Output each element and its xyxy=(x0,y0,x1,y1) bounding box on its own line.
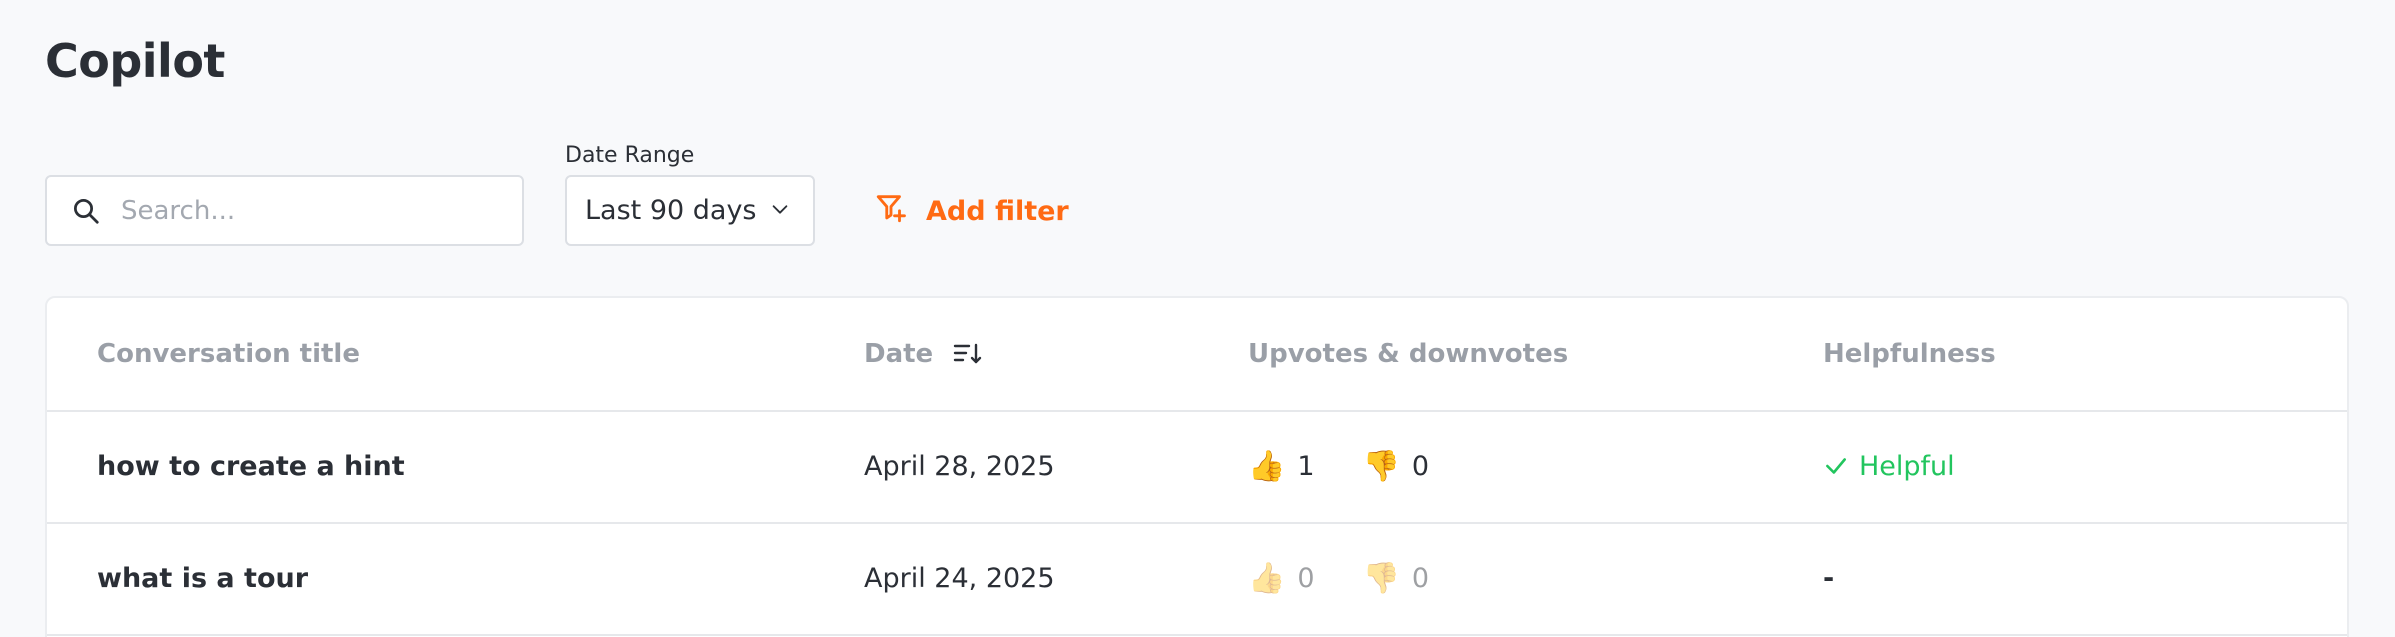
upvote-value: 0 xyxy=(1297,562,1315,594)
helpful-label: Helpful xyxy=(1859,450,1955,482)
helpfulness-cell: - xyxy=(1823,522,1834,634)
sort-icon[interactable] xyxy=(953,341,983,367)
thumbs-up-icon: 👍 xyxy=(1248,560,1286,596)
search-icon xyxy=(69,194,103,228)
column-header-title[interactable]: Conversation title xyxy=(97,298,360,410)
column-header-date-label: Date xyxy=(864,339,934,369)
table-header: Conversation title Date Upvotes & downvo… xyxy=(47,298,2347,412)
page-title: Copilot xyxy=(45,34,225,88)
downvote-value: 0 xyxy=(1411,562,1430,594)
column-header-votes[interactable]: Upvotes & downvotes xyxy=(1248,298,1568,410)
downvote-count: 👎 0 xyxy=(1363,449,1430,484)
conversation-title[interactable]: how to create a hint xyxy=(97,410,405,522)
search-input[interactable] xyxy=(119,194,503,227)
conversation-title[interactable]: what is a tour xyxy=(97,522,308,634)
helpfulness-cell: Helpful xyxy=(1823,410,1955,522)
thumbs-down-icon: 👎 xyxy=(1362,448,1400,484)
table-row[interactable]: what is a tour April 24, 2025 👍 0 👎 0 - xyxy=(47,522,2347,636)
thumbs-down-icon: 👎 xyxy=(1362,560,1400,596)
thumbs-up-icon: 👍 xyxy=(1248,448,1286,484)
add-filter-label: Add filter xyxy=(926,195,1069,227)
helpful-status: Helpful xyxy=(1823,451,1955,482)
upvote-value: 1 xyxy=(1297,450,1315,482)
conversation-date: April 28, 2025 xyxy=(864,450,1055,482)
date-range-value: Last 90 days xyxy=(585,195,757,226)
downvote-value: 0 xyxy=(1411,450,1430,482)
date-range-select[interactable]: Last 90 days xyxy=(565,175,815,246)
chevron-down-icon xyxy=(769,198,791,224)
upvote-count: 👍 0 xyxy=(1248,561,1315,596)
column-header-date[interactable]: Date xyxy=(864,298,983,410)
check-icon xyxy=(1826,458,1846,474)
votes-cell: 👍 0 👎 0 xyxy=(1248,522,1429,634)
column-header-helpfulness[interactable]: Helpfulness xyxy=(1823,298,1996,410)
table-row[interactable]: how to create a hint April 28, 2025 👍 1 … xyxy=(47,410,2347,524)
votes-cell: 👍 1 👎 0 xyxy=(1248,410,1429,522)
date-range-label: Date Range xyxy=(565,143,695,168)
copilot-page: Copilot Date Range Last 90 days Add filt… xyxy=(0,0,2395,637)
helpfulness-empty: - xyxy=(1823,562,1835,594)
filter-plus-icon xyxy=(874,191,908,232)
add-filter-button[interactable]: Add filter xyxy=(874,188,1069,234)
conversations-table: Conversation title Date Upvotes & downvo… xyxy=(45,296,2349,637)
downvote-count: 👎 0 xyxy=(1363,561,1430,596)
search-box[interactable] xyxy=(45,175,524,246)
upvote-count: 👍 1 xyxy=(1248,449,1315,484)
conversation-date: April 24, 2025 xyxy=(864,562,1055,594)
